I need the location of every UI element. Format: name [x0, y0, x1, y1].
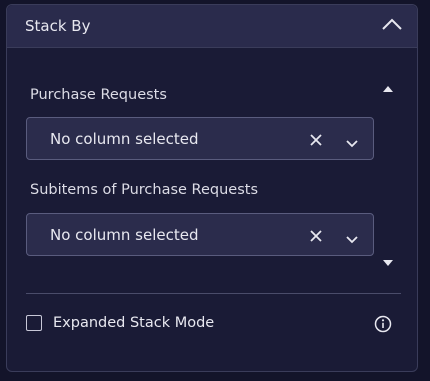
- subitems-column-select[interactable]: No column selected: [26, 213, 374, 256]
- expanded-stack-mode-label[interactable]: Expanded Stack Mode: [53, 315, 214, 331]
- select-value: No column selected: [50, 226, 199, 244]
- divider: [26, 293, 401, 294]
- group-label-purchase-requests: Purchase Requests: [30, 87, 167, 103]
- purchase-requests-column-select[interactable]: No column selected: [26, 117, 374, 160]
- chevron-up-icon[interactable]: [381, 17, 403, 35]
- group-label-subitems: Subitems of Purchase Requests: [30, 182, 259, 198]
- scroll-up-icon[interactable]: [383, 86, 393, 92]
- chevron-down-icon[interactable]: [345, 230, 359, 244]
- panel-title: Stack By: [25, 17, 91, 35]
- panel-header[interactable]: Stack By: [7, 5, 417, 48]
- scroll-down-icon[interactable]: [383, 260, 393, 266]
- chevron-down-icon[interactable]: [345, 134, 359, 148]
- close-icon[interactable]: [309, 132, 323, 146]
- select-value: No column selected: [50, 130, 199, 148]
- stack-by-panel: Stack By Purchase Requests No column sel…: [6, 4, 418, 372]
- expanded-stack-mode-checkbox[interactable]: [26, 315, 42, 331]
- info-icon[interactable]: [374, 315, 392, 333]
- close-icon[interactable]: [309, 228, 323, 242]
